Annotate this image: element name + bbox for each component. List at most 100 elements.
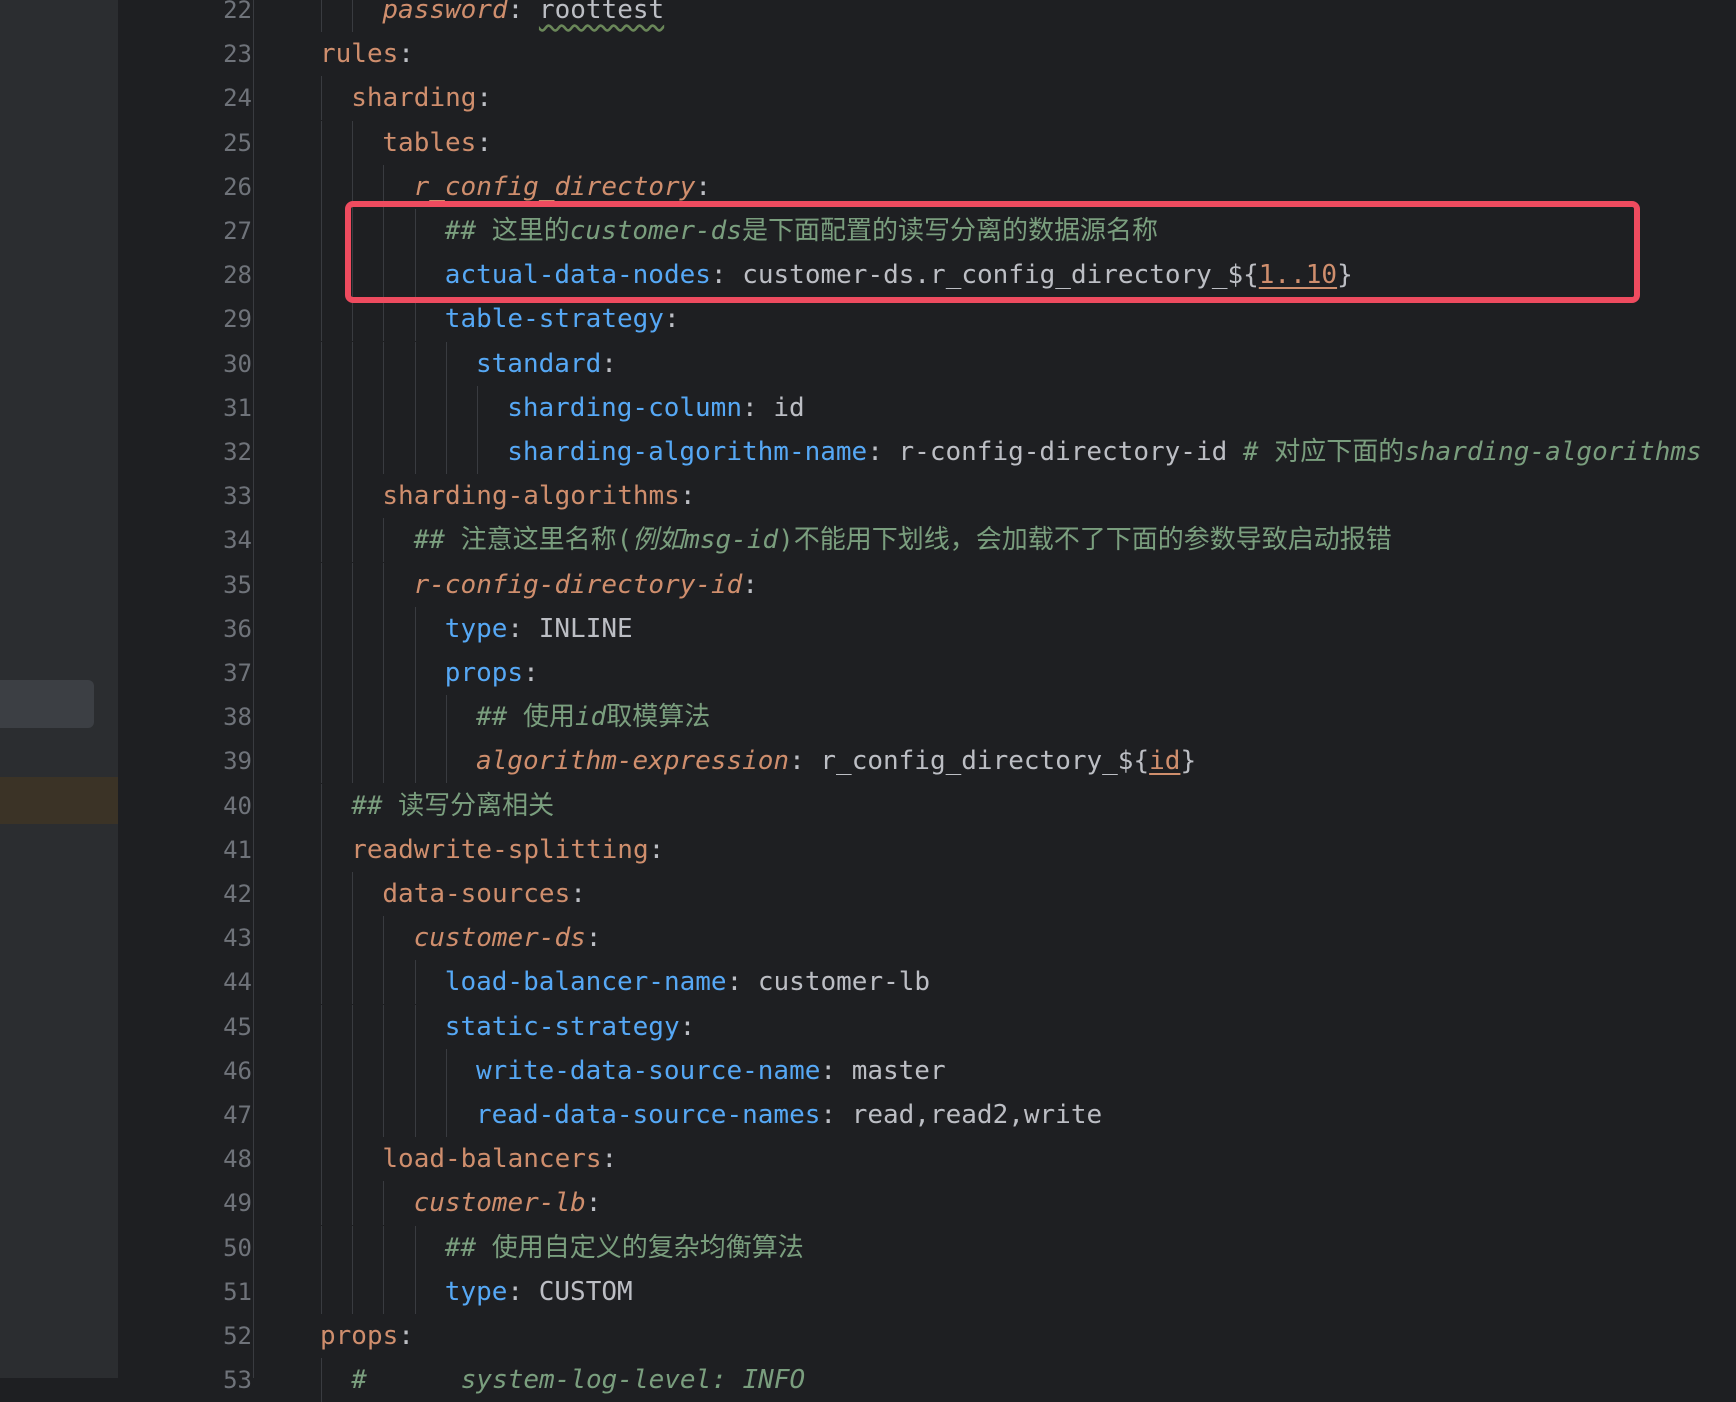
code-line[interactable]: 47 read-data-source-names: read,read2,wri… [118, 1093, 1736, 1137]
line-number[interactable]: 36 [190, 607, 252, 651]
panel-selected-item[interactable] [0, 680, 94, 728]
line-number[interactable]: 30 [190, 342, 252, 386]
line-number[interactable]: 25 [190, 121, 252, 165]
code-token: readwrite-splitting [351, 834, 649, 865]
code-token: sharding-column [507, 392, 742, 423]
line-number[interactable]: 49 [190, 1181, 252, 1225]
code-line[interactable]: 24 sharding: [118, 76, 1736, 121]
code-token: 读写分离相关 [398, 790, 555, 821]
code-token: master [851, 1055, 946, 1086]
code-token: r_config_directory_${ [820, 746, 1150, 777]
line-number[interactable]: 27 [190, 209, 252, 253]
line-number[interactable]: 26 [190, 165, 252, 209]
code-line[interactable]: 34 ## 注意这里名称(例如msg-id)不能用下划线，会加载不了下面的参数导致… [118, 518, 1736, 563]
line-number[interactable]: 41 [190, 828, 252, 872]
line-number[interactable]: 32 [190, 430, 252, 474]
indent-guide [321, 916, 322, 961]
line-number[interactable]: 34 [190, 518, 252, 562]
line-number[interactable]: 43 [190, 916, 252, 960]
line-number[interactable]: 33 [190, 474, 252, 518]
code-line[interactable]: 41 readwrite-splitting: [118, 827, 1736, 872]
line-number[interactable]: 35 [190, 563, 252, 607]
code-line[interactable]: 51 type: CUSTOM [118, 1269, 1736, 1314]
line-number[interactable]: 40 [190, 784, 252, 828]
code-line[interactable]: 44 load-balancer-name: customer-lb [118, 960, 1736, 1005]
indent-guide [321, 651, 322, 695]
code-text: static-strategy: [445, 1005, 695, 1049]
code-line[interactable]: 29 table-strategy: [118, 297, 1736, 342]
line-number[interactable]: 44 [190, 960, 252, 1004]
code-line[interactable]: 49 customer-lb: [118, 1181, 1736, 1226]
code-token: : [507, 0, 539, 25]
code-line[interactable]: 31 sharding-column: id [118, 385, 1736, 430]
annotation-highlight-box [345, 201, 1640, 303]
line-number[interactable]: 28 [190, 253, 252, 297]
code-token: standard [476, 348, 602, 379]
code-line[interactable]: 42 data-sources: [118, 872, 1736, 916]
code-line[interactable]: 53 # system-log-level: INFO [118, 1358, 1736, 1402]
line-number[interactable]: 47 [190, 1093, 252, 1137]
line-number[interactable]: 51 [190, 1270, 252, 1314]
code-text: data-sources: [382, 872, 586, 916]
code-line[interactable]: 46 write-data-source-name: master [118, 1048, 1736, 1093]
code-line[interactable]: 22 password: roottest [118, 0, 1736, 32]
indent-guide [445, 1048, 447, 1093]
code-token: r-config-directory-id [898, 437, 1243, 467]
line-number[interactable]: 42 [190, 872, 252, 916]
indent-guide [414, 1225, 416, 1270]
line-number[interactable]: 45 [190, 1005, 252, 1049]
code-line[interactable]: 23 rules: [118, 32, 1736, 76]
indent-guide [352, 341, 354, 386]
line-number[interactable]: 23 [190, 32, 252, 76]
code-line[interactable]: 30 standard: [118, 341, 1736, 386]
code-line[interactable]: 43 customer-ds: [118, 916, 1736, 961]
indent-guide [445, 695, 447, 740]
code-token: id [1149, 746, 1181, 777]
line-number[interactable]: 22 [190, 0, 252, 32]
code-line[interactable]: 32 sharding-algorithm-name: r-config-dire… [118, 430, 1736, 474]
code-line[interactable]: 37 props: [118, 651, 1736, 695]
line-number[interactable]: 39 [190, 739, 252, 783]
code-token: rules [320, 39, 399, 70]
indent-guide [352, 430, 354, 474]
line-number[interactable]: 50 [190, 1226, 252, 1270]
line-number[interactable]: 48 [190, 1137, 252, 1181]
line-number[interactable]: 52 [190, 1314, 252, 1358]
code-line[interactable]: 39 algorithm-expression: r_config_directo… [118, 739, 1736, 784]
code-line[interactable]: 45 static-strategy: [118, 1004, 1736, 1049]
code-line[interactable]: 50 ## 使用自定义的复杂均衡算法 [118, 1225, 1736, 1270]
code-token: : [476, 127, 492, 158]
code-token: ## [444, 1232, 492, 1263]
line-number[interactable]: 46 [190, 1049, 252, 1093]
code-line[interactable]: 36 type: INLINE [118, 606, 1736, 651]
code-token: sharding-algorithms [1404, 437, 1702, 467]
code-line[interactable]: 52 props: [118, 1314, 1736, 1358]
code-token: id [574, 702, 607, 733]
code-token: : [507, 1276, 539, 1307]
indent-guide [414, 960, 416, 1005]
line-number[interactable]: 38 [190, 695, 252, 739]
line-number[interactable]: 53 [190, 1358, 252, 1402]
code-text: standard: [476, 342, 617, 386]
indent-guide [383, 385, 385, 430]
line-number[interactable]: 24 [190, 76, 252, 120]
indent-guide [352, 474, 354, 519]
code-text: type: INLINE [445, 607, 633, 651]
code-token: roottest [538, 0, 665, 25]
indent-guide [352, 1225, 354, 1270]
code-text: password: roottest [382, 0, 664, 32]
line-number[interactable]: 31 [190, 386, 252, 430]
indent-guide [321, 518, 322, 563]
code-line[interactable]: 40 ## 读写分离相关 [118, 783, 1736, 828]
line-number[interactable]: 29 [190, 297, 252, 341]
code-line[interactable]: 35 r-config-directory-id: [118, 562, 1736, 607]
line-number[interactable]: 37 [190, 651, 252, 695]
code-line[interactable]: 25 tables: [118, 120, 1736, 165]
code-line[interactable]: 33 sharding-algorithms: [118, 474, 1736, 519]
code-line[interactable]: 48 load-balancers: [118, 1137, 1736, 1182]
indent-guide [445, 385, 447, 430]
code-line[interactable]: 38 ## 使用id取模算法 [118, 695, 1736, 740]
indent-guide [445, 341, 447, 386]
indent-guide [321, 1004, 322, 1049]
code-token: sharding [351, 83, 477, 114]
